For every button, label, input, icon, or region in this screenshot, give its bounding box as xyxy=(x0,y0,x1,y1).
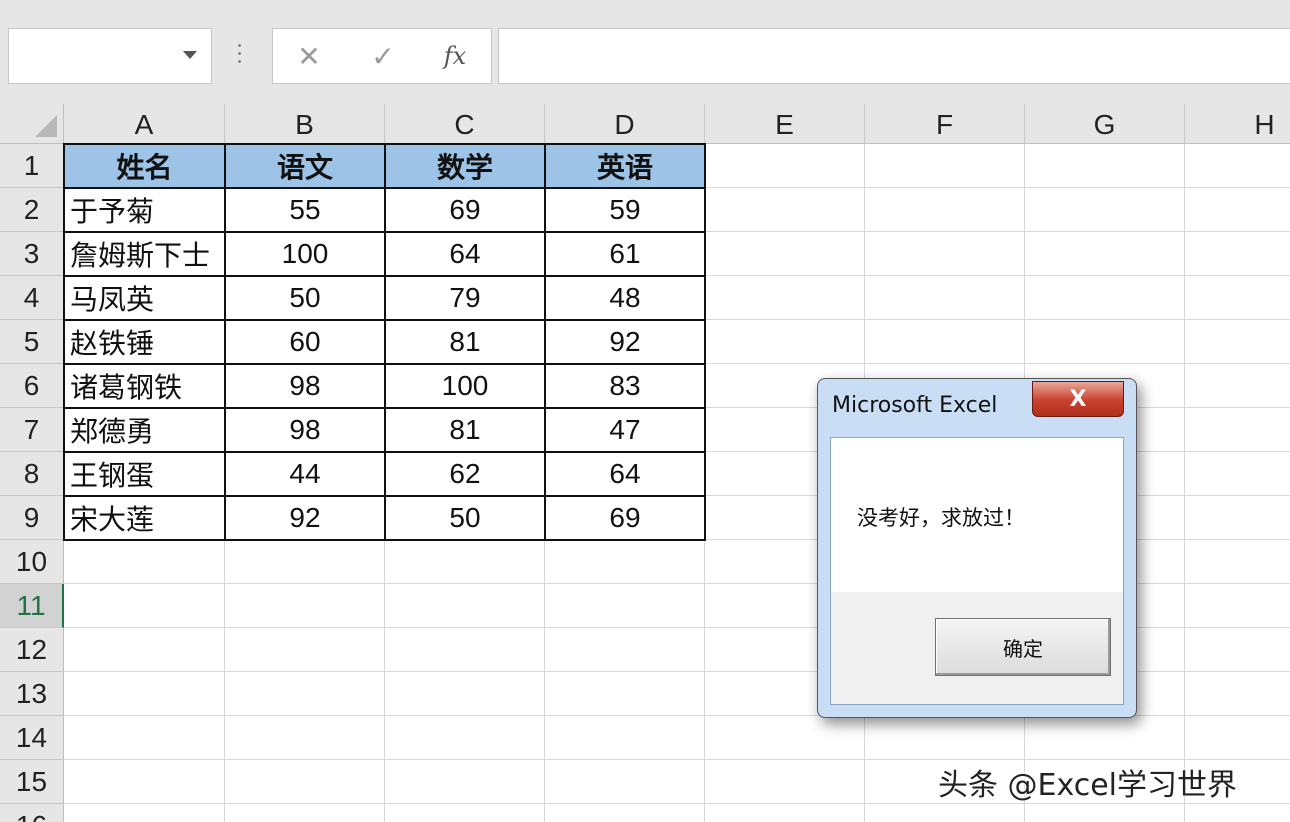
formula-buttons: ✕ ✓ fx xyxy=(272,28,492,84)
name-cell[interactable]: 赵铁锤 xyxy=(64,320,225,364)
insert-function-icon[interactable]: fx xyxy=(425,29,485,83)
column-header-c[interactable]: C xyxy=(385,104,545,144)
row-header-1[interactable]: 1 xyxy=(0,144,64,188)
table-border-horizontal xyxy=(63,187,706,189)
table-header-cell[interactable]: 姓名 xyxy=(64,144,225,188)
name-cell[interactable]: 于予菊 xyxy=(64,188,225,232)
name-cell[interactable]: 宋大莲 xyxy=(64,496,225,540)
dialog-message-area: 没考好，求放过！ xyxy=(831,438,1123,592)
table-border-horizontal xyxy=(63,451,706,453)
table-border-horizontal xyxy=(63,407,706,409)
row-header-2[interactable]: 2 xyxy=(0,188,64,232)
score-cell[interactable]: 92 xyxy=(545,320,705,364)
close-icon: X xyxy=(1069,386,1087,412)
table-header-cell[interactable]: 英语 xyxy=(545,144,705,188)
table-border-horizontal xyxy=(63,275,706,277)
table-border-vertical xyxy=(224,144,226,541)
score-cell[interactable]: 61 xyxy=(545,232,705,276)
name-box[interactable] xyxy=(8,28,212,84)
row-header-7[interactable]: 7 xyxy=(0,408,64,452)
score-cell[interactable]: 81 xyxy=(385,408,545,452)
score-cell[interactable]: 47 xyxy=(545,408,705,452)
cancel-icon[interactable]: ✕ xyxy=(279,29,339,83)
message-box-dialog: Microsoft Excel X 没考好，求放过！ 确定 xyxy=(817,378,1137,718)
score-cell[interactable]: 50 xyxy=(225,276,385,320)
table-border-horizontal xyxy=(63,363,706,365)
score-cell[interactable]: 48 xyxy=(545,276,705,320)
name-cell[interactable]: 王钢蛋 xyxy=(64,452,225,496)
row-header-15[interactable]: 15 xyxy=(0,760,64,804)
column-header-e[interactable]: E xyxy=(705,104,865,144)
more-options-icon[interactable] xyxy=(238,44,242,68)
dialog-body: 没考好，求放过！ 确定 xyxy=(830,437,1124,705)
chevron-down-icon[interactable] xyxy=(183,51,197,59)
table-border-horizontal xyxy=(63,231,706,233)
row-header-12[interactable]: 12 xyxy=(0,628,64,672)
score-cell[interactable]: 64 xyxy=(545,452,705,496)
score-cell[interactable]: 81 xyxy=(385,320,545,364)
column-header-g[interactable]: G xyxy=(1025,104,1185,144)
table-border-vertical xyxy=(544,144,546,541)
score-cell[interactable]: 79 xyxy=(385,276,545,320)
score-cell[interactable]: 44 xyxy=(225,452,385,496)
watermark-text: 头条 @Excel学习世界 xyxy=(938,768,1238,803)
row-header-3[interactable]: 3 xyxy=(0,232,64,276)
table-border-horizontal xyxy=(63,319,706,321)
table-header-cell[interactable]: 语文 xyxy=(225,144,385,188)
enter-icon[interactable]: ✓ xyxy=(353,29,413,83)
score-cell[interactable]: 100 xyxy=(225,232,385,276)
gridline-vertical xyxy=(1184,144,1185,822)
score-cell[interactable]: 60 xyxy=(225,320,385,364)
formula-input[interactable] xyxy=(498,28,1290,84)
score-cell[interactable]: 100 xyxy=(385,364,545,408)
select-all-triangle-icon[interactable] xyxy=(35,115,57,137)
row-header-13[interactable]: 13 xyxy=(0,672,64,716)
row-header-10[interactable]: 10 xyxy=(0,540,64,584)
table-border-vertical xyxy=(384,144,386,541)
formula-bar-region: ✕ ✓ fx xyxy=(0,0,1290,104)
column-header-d[interactable]: D xyxy=(545,104,705,144)
score-cell[interactable]: 83 xyxy=(545,364,705,408)
score-cell[interactable]: 59 xyxy=(545,188,705,232)
table-border-vertical xyxy=(63,144,65,541)
name-cell[interactable]: 诸葛钢铁 xyxy=(64,364,225,408)
dialog-title: Microsoft Excel xyxy=(832,393,998,418)
dialog-message: 没考好，求放过！ xyxy=(857,506,1025,530)
table-border-horizontal xyxy=(63,495,706,497)
score-cell[interactable]: 55 xyxy=(225,188,385,232)
score-cell[interactable]: 98 xyxy=(225,408,385,452)
row-header-14[interactable]: 14 xyxy=(0,716,64,760)
select-all-corner[interactable] xyxy=(0,104,64,144)
score-cell[interactable]: 64 xyxy=(385,232,545,276)
name-cell[interactable]: 郑德勇 xyxy=(64,408,225,452)
row-header-6[interactable]: 6 xyxy=(0,364,64,408)
score-cell[interactable]: 50 xyxy=(385,496,545,540)
table-border-horizontal xyxy=(63,143,706,145)
score-cell[interactable]: 92 xyxy=(225,496,385,540)
row-header-11[interactable]: 11 xyxy=(0,584,64,628)
row-header-16[interactable]: 16 xyxy=(0,804,64,822)
score-cell[interactable]: 62 xyxy=(385,452,545,496)
score-cell[interactable]: 69 xyxy=(385,188,545,232)
score-cell[interactable]: 98 xyxy=(225,364,385,408)
table-header-cell[interactable]: 数学 xyxy=(385,144,545,188)
score-cell[interactable]: 69 xyxy=(545,496,705,540)
ok-button[interactable]: 确定 xyxy=(935,618,1111,676)
row-header-5[interactable]: 5 xyxy=(0,320,64,364)
column-header-h[interactable]: H xyxy=(1185,104,1290,144)
name-cell[interactable]: 詹姆斯下士 xyxy=(64,232,225,276)
table-border-horizontal xyxy=(63,539,706,541)
column-header-a[interactable]: A xyxy=(64,104,225,144)
column-header-b[interactable]: B xyxy=(225,104,385,144)
table-border-vertical xyxy=(704,144,706,541)
column-header-f[interactable]: F xyxy=(865,104,1025,144)
name-cell[interactable]: 马凤英 xyxy=(64,276,225,320)
row-header-8[interactable]: 8 xyxy=(0,452,64,496)
row-header-4[interactable]: 4 xyxy=(0,276,64,320)
row-header-9[interactable]: 9 xyxy=(0,496,64,540)
close-button[interactable]: X xyxy=(1032,381,1124,417)
